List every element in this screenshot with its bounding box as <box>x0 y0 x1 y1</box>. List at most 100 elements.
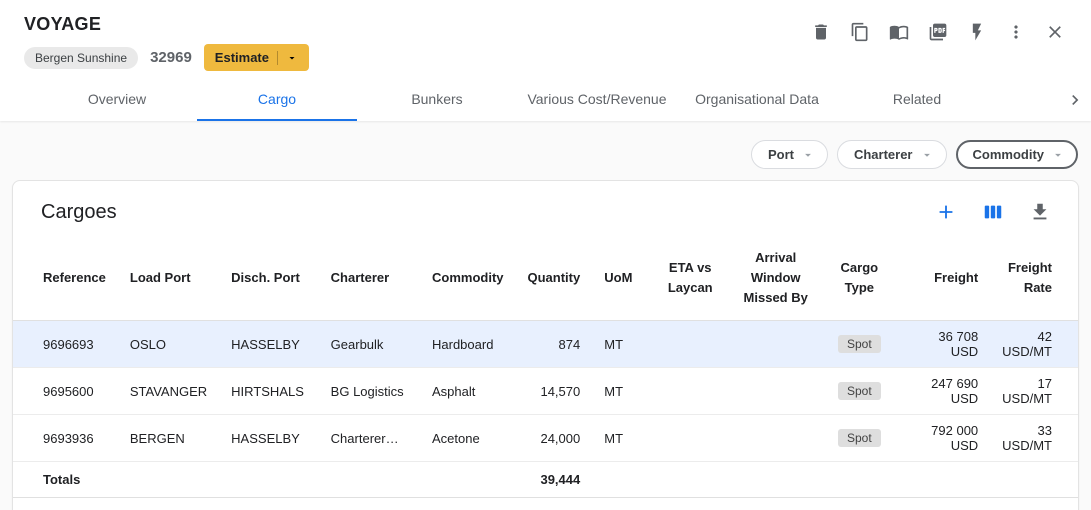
chevron-right-icon <box>1065 90 1085 110</box>
header-action-icons <box>809 20 1067 44</box>
cell-charterer: BG Logistics <box>319 368 420 415</box>
cell-disch-port: HIRTSHALS <box>219 368 319 415</box>
cell-arrival-window <box>731 415 820 462</box>
cell-reference: 9696693 <box>13 321 118 368</box>
chevron-down-icon <box>801 148 815 162</box>
col-header-freight: Freight <box>898 236 990 321</box>
totals-row: Totals 39,444 <box>13 462 1078 498</box>
tab-cargo[interactable]: Cargo <box>197 78 357 121</box>
cell-eta-vs-laycan <box>649 321 731 368</box>
cell-arrival-window <box>731 321 820 368</box>
voyage-topbar: VOYAGE Bergen Sunshine 32969 Estimate Ov… <box>0 0 1091 121</box>
cell-disch-port: HASSELBY <box>219 321 319 368</box>
pdf-icon[interactable] <box>926 20 950 44</box>
delete-icon[interactable] <box>809 20 833 44</box>
copy-icon[interactable] <box>848 20 872 44</box>
cell-freight: 36 708 USD <box>898 321 990 368</box>
cell-freight-rate: 42 USD/MT <box>990 321 1078 368</box>
add-icon[interactable] <box>934 200 958 224</box>
voyage-number: 32969 <box>150 49 192 66</box>
cell-cargo-type: Spot <box>820 368 898 415</box>
cell-commodity: Acetone <box>420 415 516 462</box>
cell-reference: 9693936 <box>13 415 118 462</box>
cargo-type-badge: Spot <box>838 429 881 447</box>
filter-commodity-label: Commodity <box>973 147 1045 162</box>
header-row: VOYAGE Bergen Sunshine 32969 Estimate <box>0 0 1091 71</box>
cell-freight-rate: 17 USD/MT <box>990 368 1078 415</box>
totals-quantity: 39,444 <box>516 462 593 498</box>
cell-commodity: Asphalt <box>420 368 516 415</box>
filter-commodity[interactable]: Commodity <box>956 140 1079 169</box>
table-row[interactable]: 9696693 OSLO HASSELBY Gearbulk Hardboard… <box>13 321 1078 368</box>
header-left: VOYAGE Bergen Sunshine 32969 Estimate <box>24 14 309 71</box>
chevron-down-icon <box>286 52 298 64</box>
cell-charterer: Gearbulk <box>319 321 420 368</box>
cargoes-card: Cargoes Reference Load Port Disch. Port … <box>12 180 1079 510</box>
chevron-down-icon <box>1051 148 1065 162</box>
cell-eta-vs-laycan <box>649 415 731 462</box>
cell-quantity: 14,570 <box>516 368 593 415</box>
cell-uom: MT <box>592 321 649 368</box>
page-title: VOYAGE <box>24 14 309 35</box>
columns-icon[interactable] <box>981 200 1005 224</box>
cell-cargo-type: Spot <box>820 415 898 462</box>
cargoes-actions <box>934 200 1052 224</box>
tab-bar: Overview Cargo Bunkers Various Cost/Reve… <box>0 78 1091 121</box>
estimate-button[interactable]: Estimate <box>204 44 309 71</box>
filter-port[interactable]: Port <box>751 140 828 169</box>
filter-bar: Port Charterer Commodity <box>0 121 1091 180</box>
col-header-load-port: Load Port <box>118 236 219 321</box>
load-more-container: Load more <box>13 498 1078 510</box>
cell-reference: 9695600 <box>13 368 118 415</box>
totals-label: Totals <box>13 462 118 498</box>
table-row[interactable]: 9693936 BERGEN HASSELBY Charterer… Aceto… <box>13 415 1078 462</box>
cell-freight: 792 000 USD <box>898 415 990 462</box>
chevron-down-icon <box>920 148 934 162</box>
table-header-row: Reference Load Port Disch. Port Chartere… <box>13 236 1078 321</box>
cell-arrival-window <box>731 368 820 415</box>
cell-freight-rate: 33 USD/MT <box>990 415 1078 462</box>
tab-related[interactable]: Related <box>837 78 997 121</box>
tab-overview[interactable]: Overview <box>37 78 197 121</box>
tab-organisational-data[interactable]: Organisational Data <box>677 78 837 121</box>
col-header-commodity: Commodity <box>420 236 516 321</box>
cargo-type-badge: Spot <box>838 382 881 400</box>
cargoes-table: Reference Load Port Disch. Port Chartere… <box>13 236 1078 498</box>
cell-eta-vs-laycan <box>649 368 731 415</box>
col-header-cargo-type: Cargo Type <box>820 236 898 321</box>
col-header-quantity: Quantity <box>516 236 593 321</box>
cell-cargo-type: Spot <box>820 321 898 368</box>
cargo-type-badge: Spot <box>838 335 881 353</box>
tab-various-cost-revenue[interactable]: Various Cost/Revenue <box>517 78 677 121</box>
cell-load-port: BERGEN <box>118 415 219 462</box>
download-icon[interactable] <box>1028 200 1052 224</box>
voyage-subrow: Bergen Sunshine 32969 Estimate <box>24 44 309 71</box>
cell-quantity: 874 <box>516 321 593 368</box>
close-icon[interactable] <box>1043 20 1067 44</box>
col-header-eta-vs-laycan: ETA vs Laycan <box>649 236 731 321</box>
cargoes-card-header: Cargoes <box>13 181 1078 236</box>
book-icon[interactable] <box>887 20 911 44</box>
cell-load-port: OSLO <box>118 321 219 368</box>
tabs-scroll-right[interactable] <box>1051 78 1091 121</box>
cell-uom: MT <box>592 415 649 462</box>
cell-uom: MT <box>592 368 649 415</box>
col-header-arrival-window: Arrival Window Missed By <box>731 236 820 321</box>
cell-load-port: STAVANGER <box>118 368 219 415</box>
bolt-icon[interactable] <box>965 20 989 44</box>
cargoes-title: Cargoes <box>41 201 117 224</box>
cell-freight: 247 690 USD <box>898 368 990 415</box>
tab-bunkers[interactable]: Bunkers <box>357 78 517 121</box>
col-header-reference: Reference <box>13 236 118 321</box>
kebab-icon[interactable] <box>1004 20 1028 44</box>
filter-port-label: Port <box>768 147 794 162</box>
filter-charterer[interactable]: Charterer <box>837 140 947 169</box>
col-header-uom: UoM <box>592 236 649 321</box>
table-row[interactable]: 9695600 STAVANGER HIRTSHALS BG Logistics… <box>13 368 1078 415</box>
estimate-divider <box>277 51 278 65</box>
col-header-freight-rate: Freight Rate <box>990 236 1078 321</box>
cell-disch-port: HASSELBY <box>219 415 319 462</box>
estimate-label: Estimate <box>215 50 269 65</box>
vessel-chip: Bergen Sunshine <box>24 47 138 69</box>
filter-charterer-label: Charterer <box>854 147 913 162</box>
